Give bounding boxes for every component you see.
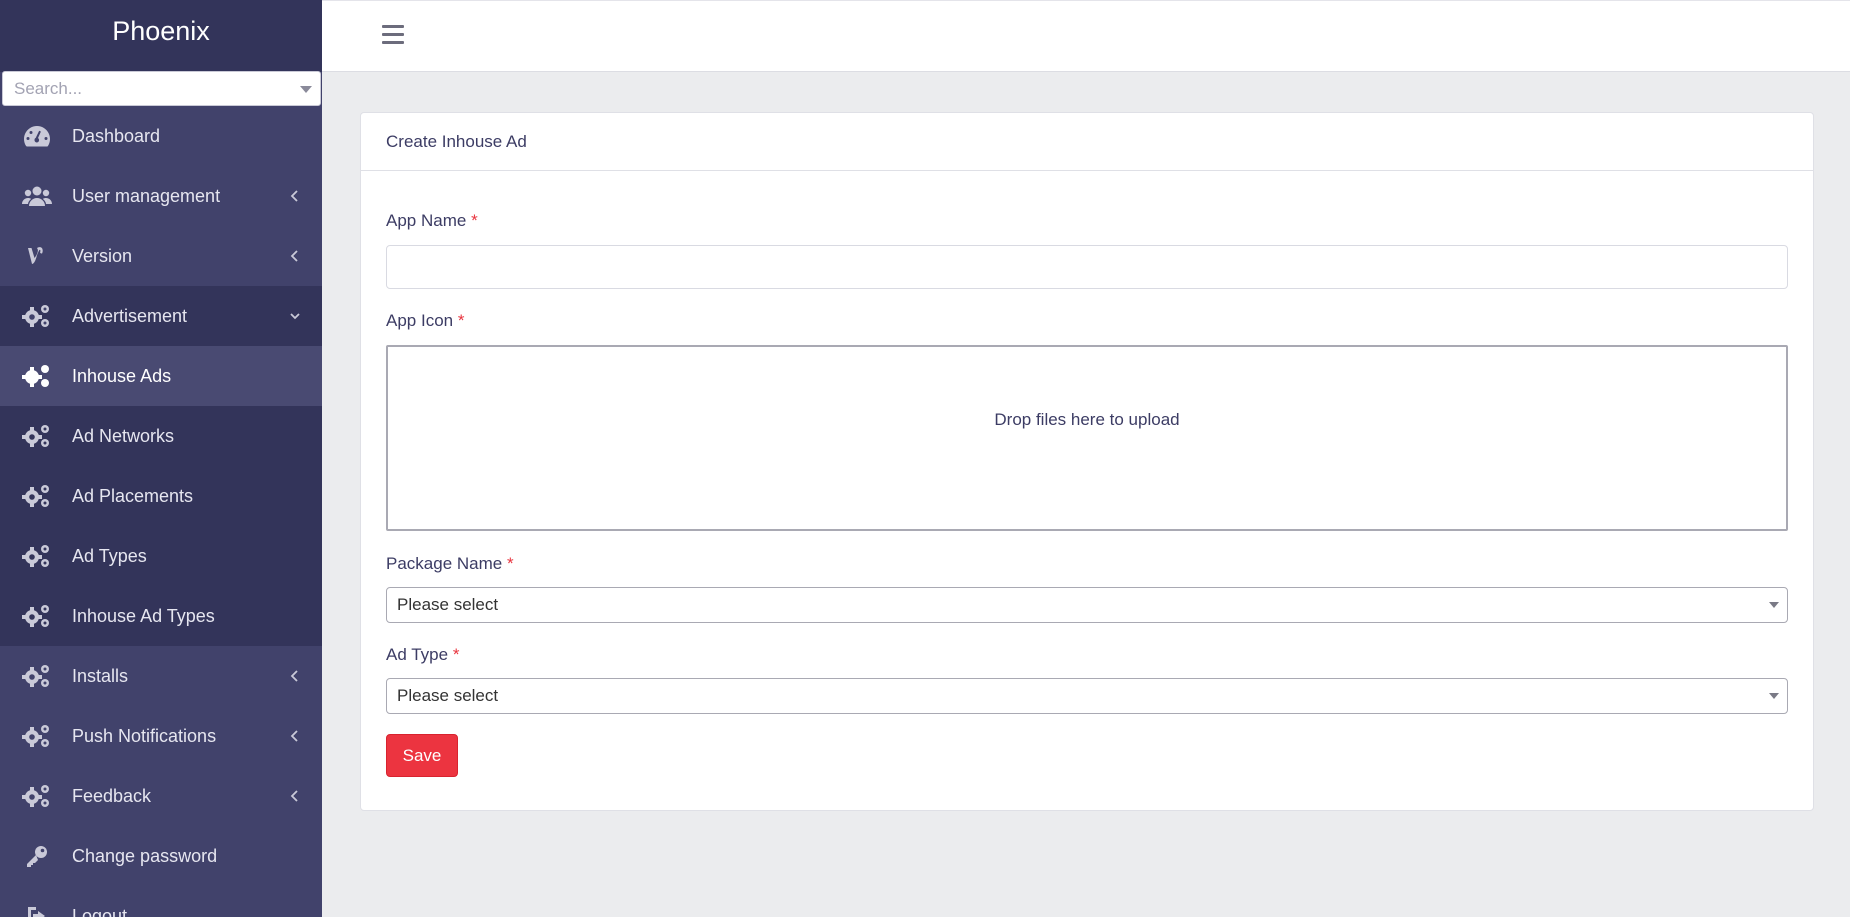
ad-type-label: Ad Type *	[386, 645, 459, 665]
required-mark: *	[471, 211, 478, 230]
ad-type-selected-value: Please select	[397, 686, 499, 705]
sidebar-item-label: Dashboard	[72, 125, 161, 146]
top-bar	[322, 0, 1850, 72]
brand-title[interactable]: Phoenix	[0, 0, 322, 72]
cogs-icon	[22, 603, 52, 629]
app-name-label-text: App Name	[386, 211, 467, 230]
sidebar-item-inhouse-ads[interactable]: Inhouse Ads	[0, 346, 322, 406]
users-icon	[22, 183, 52, 209]
chevron-left-icon	[290, 670, 298, 682]
chevron-down-icon	[1769, 693, 1779, 699]
app-icon-label: App Icon *	[386, 311, 464, 331]
required-mark: *	[506, 554, 514, 573]
sidebar-item-push-notifications[interactable]: Push Notifications	[0, 706, 322, 766]
cogs-icon	[22, 663, 52, 689]
sidebar-item-logout[interactable]: Logout	[0, 886, 322, 917]
cogs-icon	[22, 723, 52, 749]
required-mark: *	[457, 311, 465, 330]
package-name-selected-value: Please select	[397, 595, 499, 614]
sidebar-item-ad-placements[interactable]: Ad Placements	[0, 466, 322, 526]
chevron-down-icon	[1769, 602, 1779, 608]
chevron-left-icon	[290, 250, 298, 262]
sidebar-item-installs[interactable]: Installs	[0, 646, 322, 706]
sidebar-item-label: Ad Placements	[72, 485, 194, 506]
logout-icon	[22, 903, 52, 917]
app-name-label: App Name *	[386, 211, 478, 231]
sidebar-item-advertisement[interactable]: Advertisement	[0, 286, 322, 346]
key-icon	[22, 843, 52, 869]
app-name-input[interactable]	[386, 245, 1788, 289]
sidebar: Phoenix Dashboard User management Versio…	[0, 0, 322, 917]
cogs-icon	[22, 303, 52, 329]
cogs-icon	[22, 483, 52, 509]
sidebar-item-feedback[interactable]: Feedback	[0, 766, 322, 826]
create-inhouse-ad-card: Create Inhouse Ad App Name * App Icon * …	[360, 112, 1814, 811]
sidebar-item-user-management[interactable]: User management	[0, 166, 322, 226]
sidebar-item-inhouse-ad-types[interactable]: Inhouse Ad Types	[0, 586, 322, 646]
dashboard-icon	[22, 123, 52, 149]
save-button[interactable]: Save	[386, 734, 458, 777]
ad-type-select[interactable]: Please select	[386, 678, 1788, 714]
sidebar-item-label: Advertisement	[72, 305, 188, 326]
required-mark: *	[452, 645, 460, 664]
cogs-icon	[22, 423, 52, 449]
package-name-label: Package Name *	[386, 554, 514, 574]
sidebar-item-label: Version	[72, 245, 133, 266]
sidebar-menu: Dashboard User management Version Advert…	[0, 106, 322, 917]
sidebar-item-label: User management	[72, 185, 221, 206]
app-icon-label-text: App Icon	[386, 311, 454, 330]
sidebar-item-version[interactable]: Version	[0, 226, 322, 286]
sidebar-item-label: Inhouse Ads	[72, 365, 172, 386]
sidebar-item-label: Change password	[72, 845, 218, 866]
sidebar-item-change-password[interactable]: Change password	[0, 826, 322, 886]
sidebar-item-ad-networks[interactable]: Ad Networks	[0, 406, 322, 466]
sidebar-item-label: Installs	[72, 665, 129, 686]
sidebar-item-label: Ad Networks	[72, 425, 175, 446]
cogs-icon	[22, 783, 52, 809]
chevron-down-icon	[290, 313, 300, 320]
sidebar-search[interactable]	[2, 71, 321, 106]
sidebar-item-ad-types[interactable]: Ad Types	[0, 526, 322, 586]
chevron-left-icon	[290, 790, 298, 802]
sidebar-item-label: Push Notifications	[72, 725, 217, 746]
ad-type-label-text: Ad Type	[386, 645, 449, 664]
card-title: Create Inhouse Ad	[361, 113, 1813, 171]
chevron-left-icon	[290, 730, 298, 742]
cogs-icon	[22, 363, 52, 389]
sidebar-item-label: Inhouse Ad Types	[72, 605, 215, 626]
sidebar-item-label: Feedback	[72, 785, 152, 806]
chevron-left-icon	[290, 190, 298, 202]
vine-icon	[22, 243, 52, 269]
sidebar-search-input[interactable]	[3, 72, 320, 105]
package-name-label-text: Package Name	[386, 554, 503, 573]
sidebar-item-dashboard[interactable]: Dashboard	[0, 106, 322, 166]
app-icon-dropzone[interactable]: Drop files here to upload	[386, 345, 1788, 531]
package-name-select[interactable]: Please select	[386, 587, 1788, 623]
sidebar-item-label: Logout	[72, 905, 128, 917]
dropzone-text: Drop files here to upload	[994, 410, 1180, 429]
hamburger-menu-icon[interactable]	[382, 25, 404, 45]
sidebar-item-label: Ad Types	[72, 545, 147, 566]
cogs-icon	[22, 543, 52, 569]
chevron-down-icon[interactable]	[300, 86, 312, 93]
